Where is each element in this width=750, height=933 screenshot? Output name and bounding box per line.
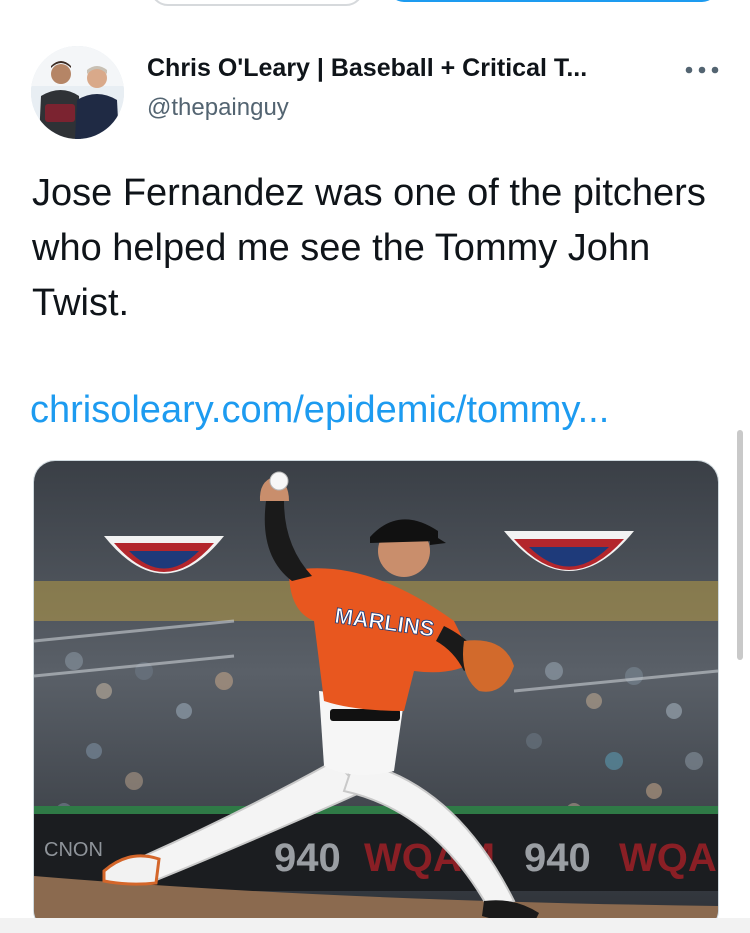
board-text-5: CNON [44, 839, 103, 861]
author-handle[interactable]: @thepainguy [147, 94, 289, 122]
more-button[interactable] [682, 52, 722, 88]
bottom-divider [0, 918, 750, 933]
page-scrollbar[interactable] [737, 430, 743, 660]
tweet-screen: Chris O'Leary | Baseball + Critical T...… [0, 0, 750, 933]
top-primary-button[interactable] [388, 0, 718, 2]
tweet-text: Jose Fernandez was one of the pitchers w… [32, 172, 706, 324]
more-horizontal-icon [685, 66, 719, 74]
avatar-photo [31, 46, 124, 139]
tweet-link[interactable]: chrisoleary.com/epidemic/tommy... [30, 389, 609, 432]
board-text-1: 940 [274, 836, 341, 880]
top-secondary-button[interactable] [150, 0, 364, 6]
board-text-4: WQAM [619, 836, 718, 880]
board-text-3: 940 [524, 836, 591, 880]
author-name[interactable]: Chris O'Leary | Baseball + Critical T... [147, 54, 587, 83]
tweet-media-image[interactable]: CNON 940 WQAM 940 WQAM MARLINS [33, 460, 719, 932]
avatar[interactable] [31, 46, 124, 139]
pitcher-photo: CNON 940 WQAM 940 WQAM MARLINS [34, 461, 718, 931]
